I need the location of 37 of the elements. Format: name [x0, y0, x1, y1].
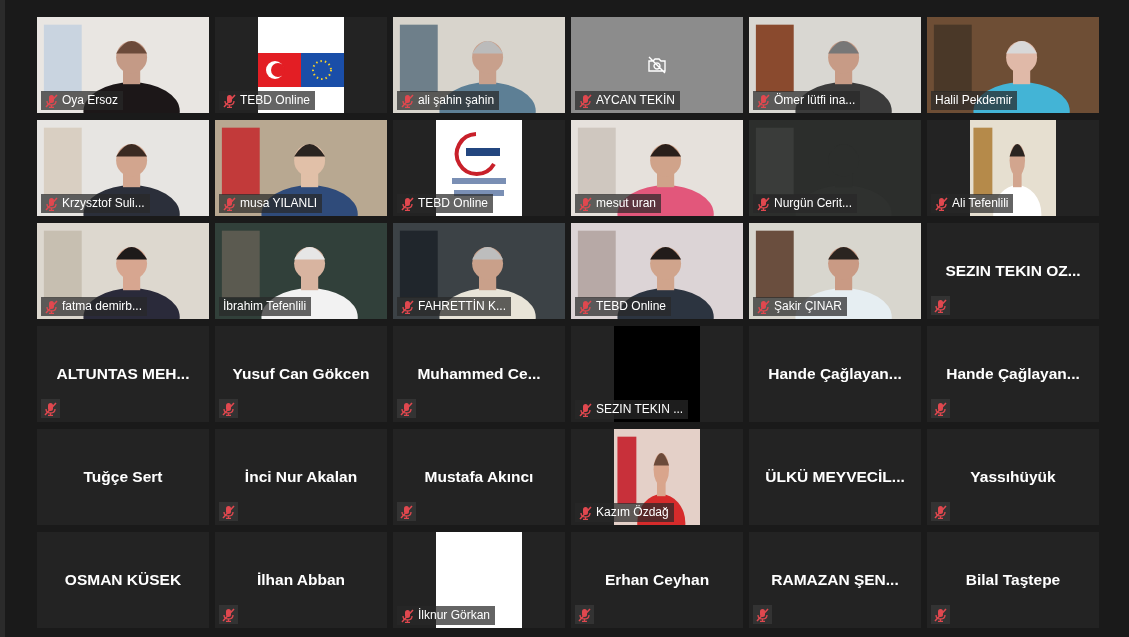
participant-name: fatma demirb... [62, 299, 143, 314]
participant-name: Hande Çağlayan... [768, 365, 902, 383]
participant-name: İbrahim Tefenlili [223, 299, 307, 314]
camera-off-icon [647, 56, 667, 74]
participant-name: Krzysztof Suli... [62, 196, 145, 211]
participant-name: TEBD Online [418, 196, 489, 211]
participant-name: musa YILANLI [240, 196, 318, 211]
participant-name: Oya Ersoz [62, 93, 118, 108]
participant-name: Hande Çağlayan... [946, 365, 1080, 383]
participant-name: TEBD Online [596, 299, 667, 314]
participant-name: İnci Nur Akalan [244, 468, 358, 486]
participant-name: SEZIN TEKIN ... [596, 402, 684, 417]
participant-name: İlknur Görkan [418, 608, 491, 623]
participant-name: Ali Tefenlili [952, 196, 1009, 211]
participant-name: Ömer lütfi ina... [774, 93, 856, 108]
participant-name: OSMAN KÜSEK [64, 571, 182, 589]
participant-name: FAHRETTİN K... [418, 299, 506, 314]
participant-name: Şakir ÇINAR [774, 299, 842, 314]
participant-name: Kazım Özdağ [596, 505, 669, 520]
participant-name: Muhammed Ce... [417, 365, 541, 383]
participant-name: Erhan Ceyhan [604, 571, 710, 589]
participant-name: TEBD Online [240, 93, 311, 108]
participant-name: İlhan Abban [256, 571, 346, 589]
participant-name: Yusuf Can Gökcen [232, 365, 370, 383]
participant-name: Halil Pekdemir [935, 93, 1013, 108]
participant-name: Tuğçe Sert [83, 468, 163, 486]
participant-name: RAMAZAN ŞEN... [771, 571, 899, 589]
participant-name: ali şahin şahin [418, 93, 495, 108]
participant-name: SEZIN TEKIN OZ... [945, 262, 1081, 280]
participant-name: AYCAN TEKİN [596, 93, 675, 108]
participant-name: Mustafa Akıncı [424, 468, 534, 486]
participant-name: Nurgün Cerit... [774, 196, 853, 211]
participant-name: Yassıhüyük [970, 468, 1056, 486]
participant-name: mesut uran [596, 196, 657, 211]
participant-name: ALTUNTAS MEH... [56, 365, 190, 383]
participant-name: Bilal Taştepe [965, 571, 1061, 589]
participant-name: ÜLKÜ MEYVECİL... [765, 468, 905, 486]
